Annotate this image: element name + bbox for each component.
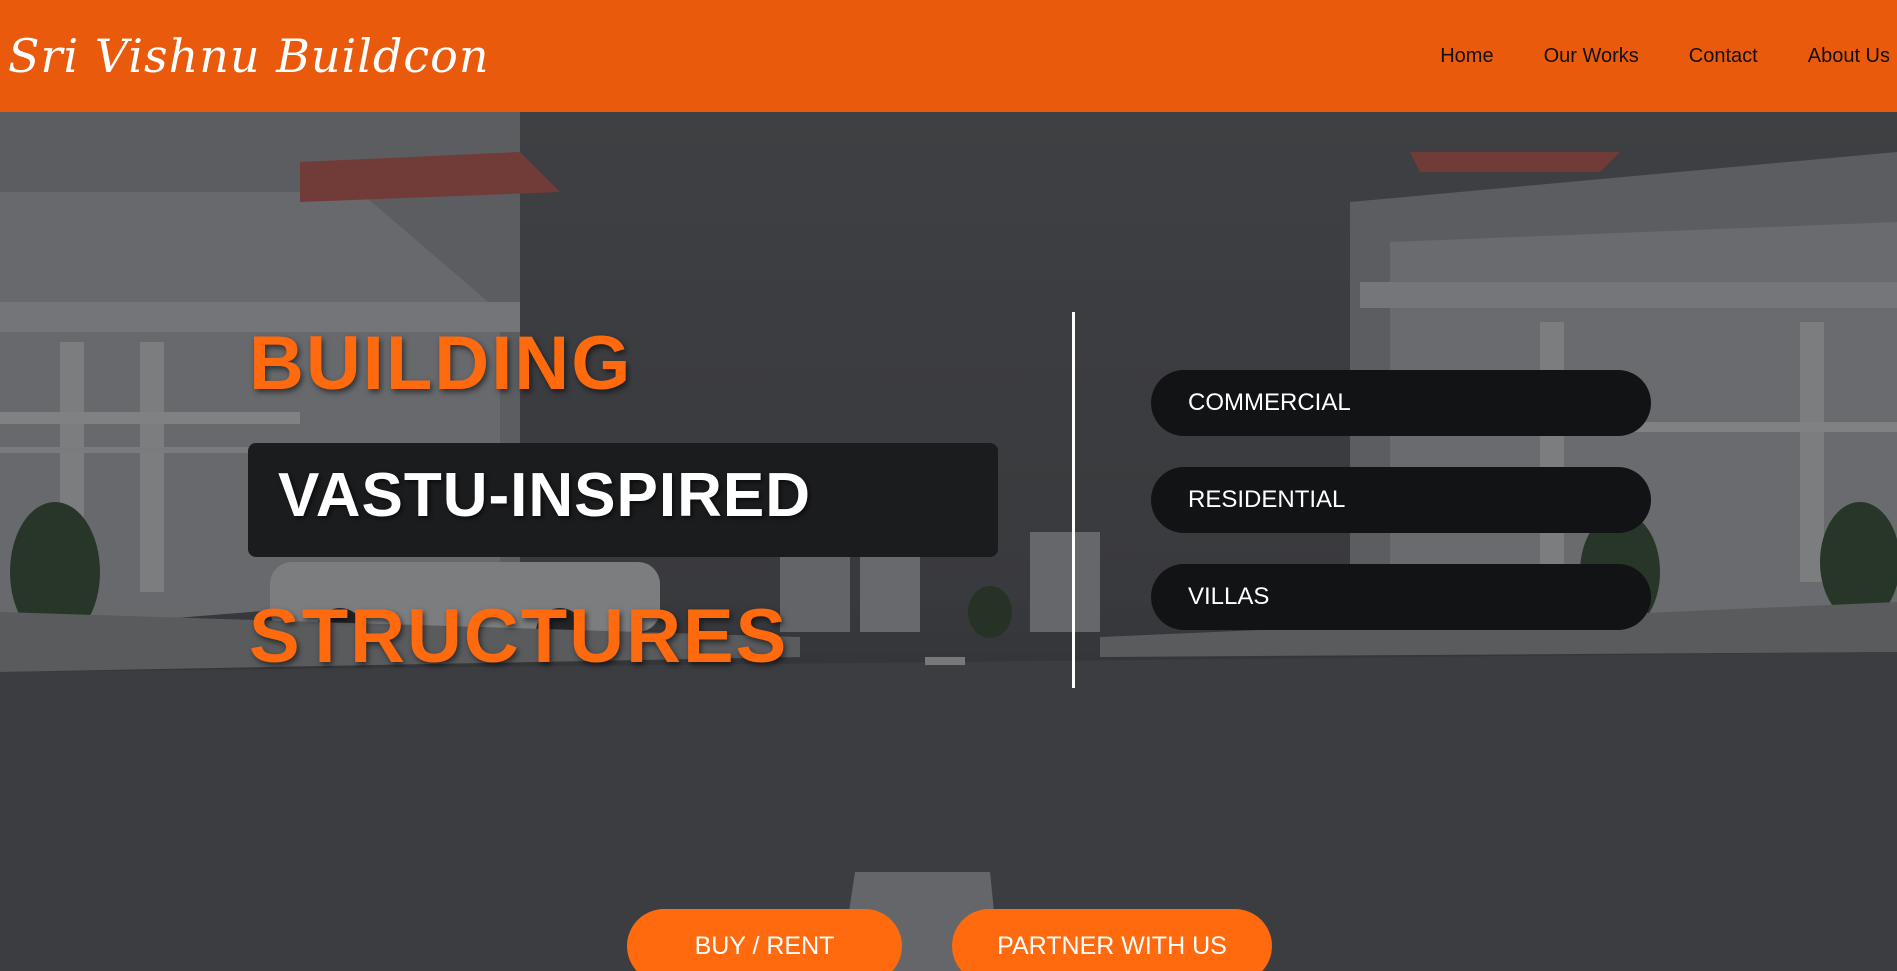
nav-contact-link[interactable]: Contact (1689, 45, 1758, 68)
hero-section: BUILDING VASTU-INSPIRED STRUCTURES COMME… (0, 112, 1897, 971)
category-residential-button[interactable]: RESIDENTIAL (1151, 467, 1651, 533)
category-commercial-button[interactable]: COMMERCIAL (1151, 370, 1651, 436)
headline-building: BUILDING (249, 321, 633, 406)
headline-structures: STRUCTURES (249, 594, 789, 679)
nav-home-link[interactable]: Home (1440, 45, 1493, 68)
brand-logo[interactable]: Sri Vishnu Buildcon (8, 8, 488, 104)
buy-rent-button[interactable]: BUY / RENT (627, 909, 902, 971)
main-nav: Home Our Works Contact About Us (1390, 0, 1890, 112)
category-villas-button[interactable]: VILLAS (1151, 564, 1651, 630)
headline-vastu-inspired: VASTU-INSPIRED (278, 461, 812, 530)
headline-highlight-box: VASTU-INSPIRED (248, 443, 998, 557)
partner-with-us-button[interactable]: PARTNER WITH US (952, 909, 1272, 971)
header-bar: Sri Vishnu Buildcon Home Our Works Conta… (0, 0, 1897, 112)
vertical-divider (1072, 312, 1075, 688)
nav-our-works-link[interactable]: Our Works (1544, 45, 1639, 68)
nav-about-us-link[interactable]: About Us (1808, 45, 1890, 68)
